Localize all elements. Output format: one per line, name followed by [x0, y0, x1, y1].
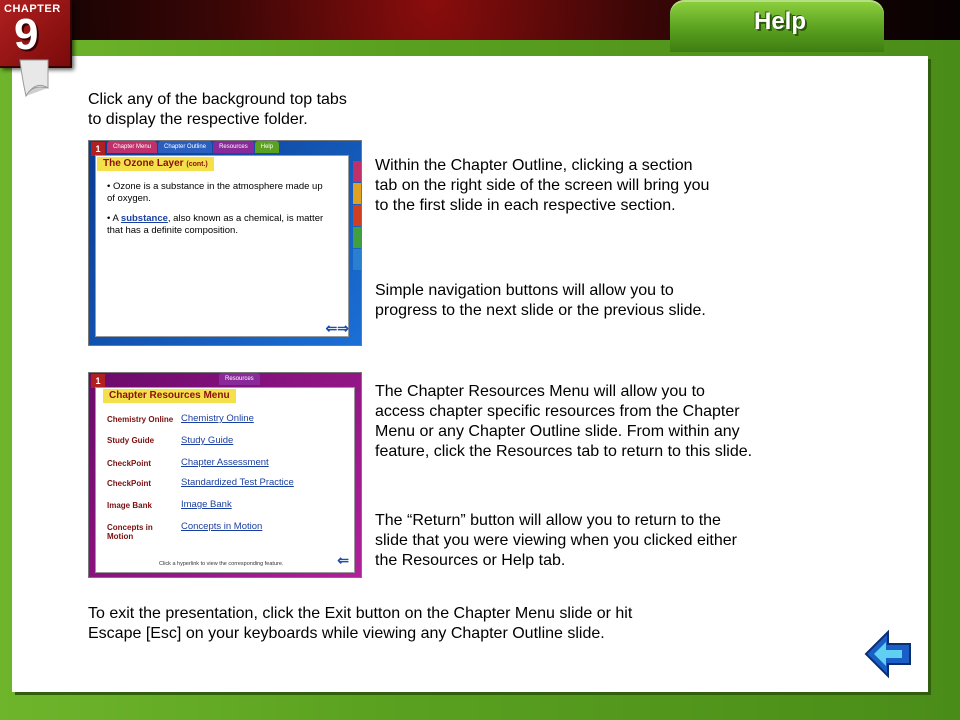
thumb-logo-chemistry-online: Chemistry Online — [107, 415, 174, 424]
chapter-resources-thumbnail: 1 Resources Chapter Resources Menu Chemi… — [88, 372, 362, 578]
thumb-logo-checkpoint-2: CheckPoint — [107, 479, 152, 488]
thumb-resources-title: Chapter Resources Menu — [103, 389, 236, 403]
thumb-title-suffix: (cont.) — [186, 161, 208, 168]
thumb-slide-title: The Ozone Layer (cont.) — [97, 157, 214, 171]
exit-help-text: To exit the presentation, click the Exit… — [88, 605, 633, 642]
thumb-chapter-badge: 1 — [91, 142, 105, 156]
thumb-bullet-1-text: Ozone is a substance in the atmosphere m… — [107, 181, 323, 204]
thumb-bullet-1: • Ozone is a substance in the atmosphere… — [107, 181, 323, 204]
thumb-back-arrow-icon: ⇐ — [337, 552, 349, 568]
thumb-tab-chapter-menu: Chapter Menu — [107, 141, 158, 153]
thumb-link-standardized-test: Standardized Test Practice — [181, 477, 294, 488]
thumb-tab-chapter-outline: Chapter Outline — [158, 141, 213, 153]
thumb-logo-image-bank: Image Bank — [107, 501, 152, 510]
chapter-outline-thumbnail: 1 Chapter Menu Chapter Outline Resources… — [88, 140, 362, 346]
return-arrow-icon[interactable] — [862, 628, 914, 680]
page-curl-icon — [19, 59, 49, 98]
tab-help-label: Help — [754, 8, 807, 35]
thumb-resources-caption: Click a hyperlink to view the correspond… — [159, 561, 284, 567]
return-help-text: The “Return” button will allow you to re… — [375, 512, 737, 569]
thumb-bullet-2: • A substance, also known as a chemical,… — [107, 213, 324, 236]
resources-help-text: The Chapter Resources Menu will allow yo… — [375, 383, 753, 460]
chapter-number: 9 — [14, 10, 39, 59]
thumb-section-tabs — [353, 161, 361, 271]
thumb-bullet-2-pre: A — [112, 213, 121, 224]
thumb-tab-help: Help — [254, 141, 280, 153]
thumb-link-concepts-in-motion: Concepts in Motion — [181, 521, 263, 532]
thumb-logo-checkpoint-1: CheckPoint — [107, 459, 152, 468]
intro-text: Click any of the background top tabs to … — [88, 91, 347, 128]
thumb-title-text: The Ozone Layer — [103, 158, 184, 169]
outline-help-text: Within the Chapter Outline, clicking a s… — [375, 157, 710, 214]
thumb-tab-resources: Resources — [213, 141, 254, 153]
thumb-resources-chapter-badge: 1 — [91, 374, 105, 388]
thumb-link-image-bank: Image Bank — [181, 499, 232, 510]
thumb-resources-tab: Resources — [219, 373, 260, 385]
thumb-link-study-guide: Study Guide — [181, 435, 234, 446]
thumb-logo-study-guide: Study Guide — [107, 436, 155, 445]
thumb-nav-arrows-icon: ⇐⇒ — [325, 320, 349, 336]
thumb-bullet-2-link: substance — [120, 213, 168, 224]
thumb-resources-tab-bar: Resources — [219, 373, 261, 385]
navigation-help-text: Simple navigation buttons will allow you… — [375, 282, 706, 319]
thumb-tab-bar: Chapter Menu Chapter Outline Resources H… — [107, 141, 280, 153]
tab-help[interactable]: Help — [670, 0, 884, 52]
thumb-link-chapter-assessment: Chapter Assessment — [181, 457, 269, 468]
thumb-logo-concepts-in-motion: Concepts in Motion — [107, 523, 153, 541]
thumb-link-chemistry-online: Chemistry Online — [181, 413, 254, 424]
